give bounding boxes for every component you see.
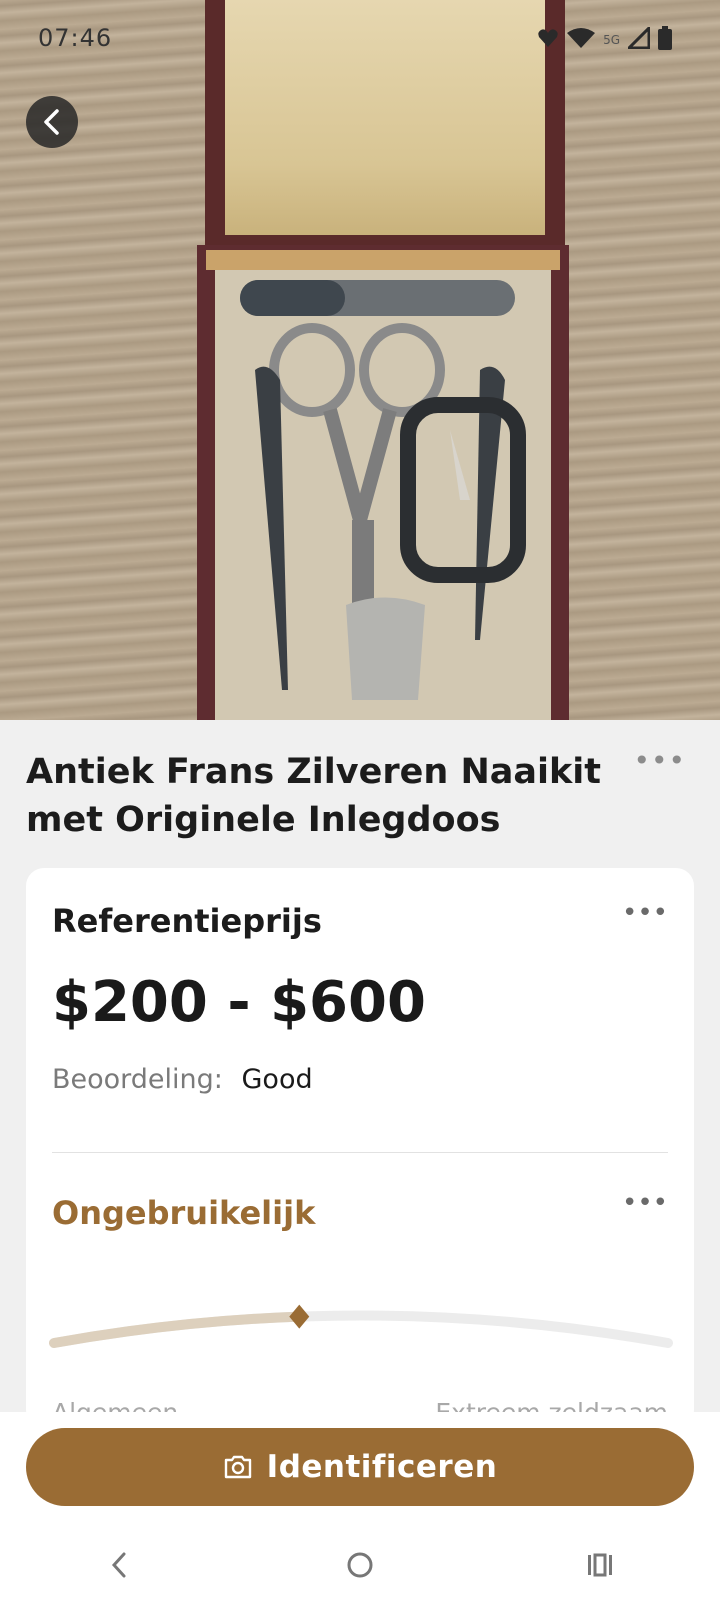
rarity-more-icon[interactable]: ••• bbox=[622, 1188, 668, 1218]
back-button[interactable] bbox=[26, 96, 78, 148]
product-image[interactable] bbox=[0, 0, 720, 720]
product-title-line1: Antiek Frans Zilveren Naaikit bbox=[26, 752, 601, 792]
status-time: 07:46 bbox=[38, 24, 113, 52]
nav-home-button[interactable] bbox=[330, 1540, 390, 1590]
wifi-icon bbox=[567, 27, 596, 53]
reference-price-label: Referentieprijs bbox=[52, 902, 322, 940]
heart-icon bbox=[537, 28, 559, 52]
battery-icon bbox=[658, 26, 672, 54]
nav-back-icon bbox=[111, 1552, 126, 1578]
more-options-icon[interactable]: ••• bbox=[633, 744, 686, 777]
status-icons: 5G bbox=[537, 24, 672, 54]
rarity-marker-icon bbox=[289, 1304, 310, 1329]
chevron-left-icon bbox=[44, 109, 59, 135]
rating-row: Beoordeling: Good bbox=[52, 1064, 313, 1095]
system-nav-bar bbox=[0, 1530, 720, 1600]
signal-icon bbox=[625, 24, 651, 53]
rarity-scale bbox=[49, 1304, 673, 1348]
product-title-line2: met Originele Inlegdoos bbox=[26, 800, 501, 840]
status-bar: 07:46 5G bbox=[0, 0, 720, 80]
nav-recents-button[interactable] bbox=[570, 1540, 630, 1590]
divider bbox=[52, 1152, 668, 1153]
nav-back-button[interactable] bbox=[90, 1540, 150, 1590]
price-card: Referentieprijs ••• $200 - $600 Beoordel… bbox=[26, 868, 694, 1428]
camera-icon bbox=[224, 1455, 251, 1479]
nav-home-icon bbox=[347, 1552, 373, 1578]
network-type: 5G bbox=[603, 33, 620, 47]
sewing-tools-illustration bbox=[240, 280, 526, 700]
price-range: $200 - $600 bbox=[52, 970, 426, 1035]
identify-label: Identificeren bbox=[266, 1449, 498, 1485]
product-title: Antiek Frans Zilveren Naaikit met Origin… bbox=[26, 748, 626, 844]
nav-recents-icon bbox=[588, 1553, 612, 1577]
rating-value: Good bbox=[241, 1064, 313, 1095]
rating-label: Beoordeling: bbox=[52, 1064, 223, 1095]
identify-button[interactable]: Identificeren bbox=[26, 1428, 694, 1506]
reference-more-icon[interactable]: ••• bbox=[622, 898, 668, 928]
rarity-label: Ongebruikelijk bbox=[52, 1194, 316, 1232]
